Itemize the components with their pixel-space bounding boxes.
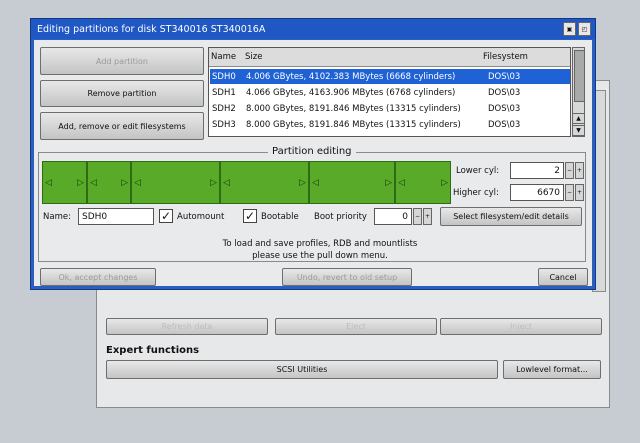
refresh-data-button[interactable]: Refresh data — [106, 318, 268, 335]
depth-gadget-icon[interactable]: ▣ — [563, 22, 576, 36]
right-handle-icon[interactable]: ▷ — [121, 178, 128, 188]
partition-segment-sdh0[interactable]: ◁ ▷ — [42, 161, 87, 204]
cancel-button[interactable]: Cancel — [538, 268, 588, 286]
partition-segment-sdh5[interactable]: ◁ ▷ — [395, 161, 451, 204]
partition-segment-sdh2[interactable]: ◁ ▷ — [131, 161, 220, 204]
left-handle-icon[interactable]: ◁ — [134, 178, 141, 188]
boot-priority-increment-icon[interactable]: + — [423, 208, 432, 225]
boot-priority-label: Boot priority — [314, 212, 367, 222]
partition-name-field[interactable]: SDH0 — [78, 208, 154, 225]
scrollbar-knob[interactable] — [574, 50, 585, 102]
table-header: Name Size Filesystem — [209, 48, 570, 67]
select-filesystem-button[interactable]: Select filesystem/edit details — [440, 207, 582, 226]
bootable-label: Bootable — [261, 212, 299, 222]
table-row[interactable]: SDH0 4.006 GBytes, 4102.383 MBytes (6668… — [210, 69, 570, 84]
inject-button[interactable]: Inject — [440, 318, 602, 335]
scsi-utilities-button[interactable]: SCSI Utilities — [106, 360, 498, 379]
undo-revert-button[interactable]: Undo, revert to old setup — [282, 268, 412, 286]
scroll-down-icon[interactable]: ▼ — [572, 125, 585, 136]
lower-cyl-label: Lower cyl: — [456, 166, 500, 176]
left-handle-icon[interactable]: ◁ — [90, 178, 97, 188]
boot-priority-field[interactable]: 0 — [374, 208, 412, 225]
info-line-1: To load and save profiles, RDB and mount… — [222, 239, 418, 249]
higher-cyl-field[interactable]: 6670 — [510, 184, 564, 201]
partition-segment-sdh4[interactable]: ◁ ▷ — [309, 161, 395, 204]
window-titlebar[interactable]: Editing partitions for disk ST340016 ST3… — [31, 19, 595, 39]
info-line-2: please use the pull down menu. — [252, 251, 388, 261]
right-handle-icon[interactable]: ▷ — [299, 178, 306, 188]
right-handle-icon[interactable]: ▷ — [210, 178, 217, 188]
add-partition-button[interactable]: Add partition — [40, 47, 204, 75]
lower-cyl-field[interactable]: 2 — [510, 162, 564, 179]
right-handle-icon[interactable]: ▷ — [385, 178, 392, 188]
partition-segment-sdh1[interactable]: ◁ ▷ — [87, 161, 131, 204]
partition-editing-title: Partition editing — [268, 146, 356, 157]
scroll-up-icon[interactable]: ▲ — [572, 113, 585, 124]
table-row[interactable]: SDH1 4.066 GBytes, 4163.906 MBytes (6768… — [210, 85, 570, 100]
column-size[interactable]: Size — [245, 52, 262, 62]
higher-cyl-increment-icon[interactable]: + — [575, 184, 584, 201]
window-title: Editing partitions for disk ST340016 ST3… — [37, 23, 266, 35]
name-label: Name: — [43, 212, 71, 222]
left-handle-icon[interactable]: ◁ — [398, 178, 405, 188]
column-filesystem[interactable]: Filesystem — [483, 52, 528, 62]
zoom-gadget-icon[interactable]: ◰ — [578, 22, 591, 36]
eject-button[interactable]: Eject — [275, 318, 437, 335]
table-row[interactable]: SDH3 8.000 GBytes, 8191.846 MBytes (1331… — [210, 117, 570, 132]
edit-filesystems-button[interactable]: Add, remove or edit filesystems — [40, 112, 204, 140]
left-handle-icon[interactable]: ◁ — [45, 178, 52, 188]
automount-checkbox[interactable]: ✓ — [159, 209, 173, 223]
accept-changes-button[interactable]: Ok, accept changes — [40, 268, 156, 286]
lower-cyl-decrement-icon[interactable]: − — [565, 162, 574, 179]
column-name[interactable]: Name — [211, 52, 236, 62]
right-handle-icon[interactable]: ▷ — [441, 178, 448, 188]
bootable-checkbox[interactable]: ✓ — [243, 209, 257, 223]
higher-cyl-label: Higher cyl: — [453, 188, 499, 198]
left-handle-icon[interactable]: ◁ — [312, 178, 319, 188]
table-row[interactable]: SDH2 8.000 GBytes, 8191.846 MBytes (1331… — [210, 101, 570, 116]
lower-cyl-increment-icon[interactable]: + — [575, 162, 584, 179]
remove-partition-button[interactable]: Remove partition — [40, 80, 204, 107]
boot-priority-decrement-icon[interactable]: − — [413, 208, 422, 225]
expert-functions-title: Expert functions — [106, 345, 200, 356]
partition-segment-sdh3[interactable]: ◁ ▷ — [220, 161, 309, 204]
automount-label: Automount — [177, 212, 225, 222]
higher-cyl-decrement-icon[interactable]: − — [565, 184, 574, 201]
right-handle-icon[interactable]: ▷ — [77, 178, 84, 188]
left-handle-icon[interactable]: ◁ — [223, 178, 230, 188]
lowlevel-format-button[interactable]: Lowlevel format... — [503, 360, 601, 379]
